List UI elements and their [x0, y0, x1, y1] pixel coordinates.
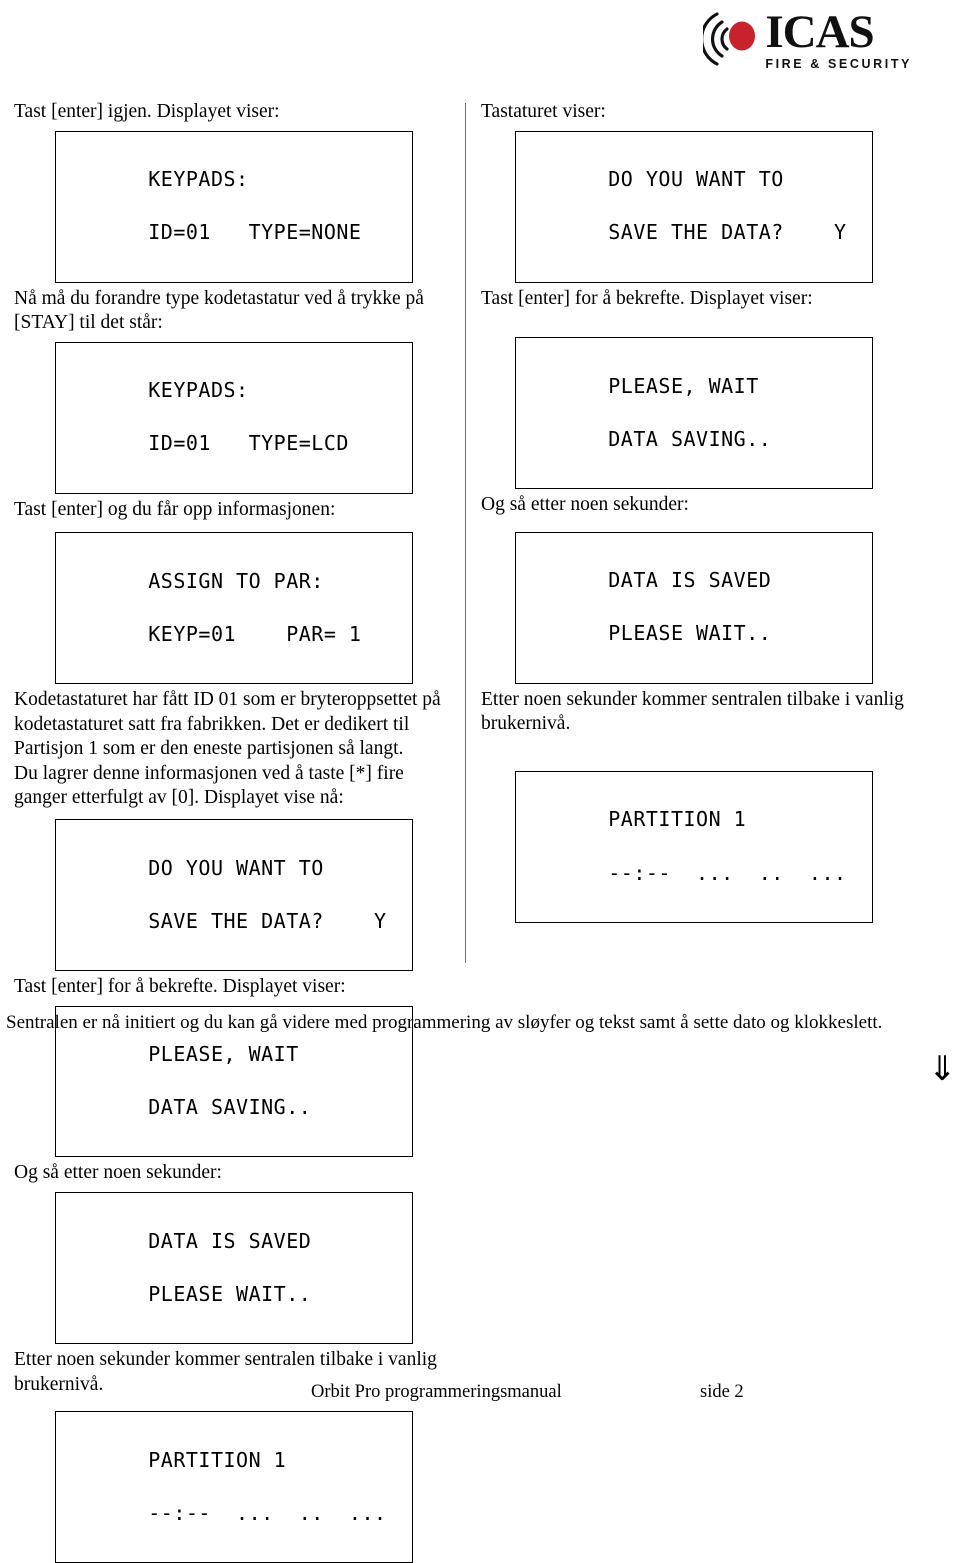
page-header: ICAS FIRE & SECURITY	[0, 0, 960, 92]
lcd-line-1: PLEASE, WAIT	[608, 373, 759, 398]
continuation-down-arrow-icon: ⇓	[928, 1049, 957, 1089]
lcd-line-1: PARTITION 1	[148, 1447, 287, 1472]
lcd-display-data-is-saved: DATA IS SAVED PLEASE WAIT..	[515, 531, 873, 684]
footer-document-title: Orbit Pro programmeringsmanual	[311, 1382, 562, 1402]
lcd-line-2: ID=01 TYPE=NONE	[148, 220, 362, 245]
lcd-line-2: DATA SAVING..	[608, 426, 772, 451]
right-column: Tastaturet viser: DO YOU WANT TO SAVE TH…	[481, 100, 931, 923]
instruction-paragraph: Nå må du forandre type kodetastatur ved …	[14, 287, 424, 334]
lcd-display-partition-1: PARTITION 1 --:-- ... .. ...	[55, 1411, 413, 1563]
lcd-line-2: SAVE THE DATA? Y	[148, 908, 387, 933]
lcd-line-1: ASSIGN TO PAR:	[148, 568, 324, 593]
lcd-display-assign-to-par: ASSIGN TO PAR: KEYP=01 PAR= 1	[55, 532, 413, 685]
lcd-line-2: KEYP=01 PAR= 1	[148, 621, 362, 646]
lcd-line-2: ID=01 TYPE=LCD	[148, 431, 349, 456]
icas-logo: ICAS FIRE & SECURITY	[703, 8, 912, 78]
instruction-paragraph: Etter noen sekunder kommer sentralen til…	[481, 688, 904, 735]
lcd-line-2: PLEASE WAIT..	[608, 621, 772, 646]
instruction-paragraph: Tastaturet viser:	[481, 101, 606, 122]
instruction-paragraph: Tast [enter] for å bekrefte. Displayet v…	[481, 287, 813, 309]
closing-section: Sentralen er nå initiert og du kan gå vi…	[6, 1010, 896, 1037]
brand-name: ICAS	[765, 6, 874, 58]
lcd-line-2: SAVE THE DATA? Y	[608, 220, 847, 245]
closing-paragraph: Sentralen er nå initiert og du kan gå vi…	[6, 1012, 883, 1033]
lcd-line-2: --:-- ... .. ...	[148, 1500, 387, 1525]
lcd-line-1: PLEASE, WAIT	[148, 1042, 299, 1067]
lcd-line-1: DATA IS SAVED	[148, 1228, 312, 1253]
instruction-paragraph: Kodetastaturet har fått ID 01 som er bry…	[14, 689, 441, 760]
lcd-display-save-prompt: DO YOU WANT TO SAVE THE DATA? Y	[515, 130, 873, 283]
lcd-line-1: KEYPADS:	[148, 378, 249, 403]
instruction-paragraph: Og så etter noen sekunder:	[481, 494, 689, 516]
page-footer: Orbit Pro programmeringsmanual side 2	[0, 1382, 960, 1414]
lcd-display-keypads-lcd: KEYPADS: ID=01 TYPE=LCD	[55, 341, 413, 494]
lcd-display-data-saving: PLEASE, WAIT DATA SAVING..	[515, 337, 873, 490]
lcd-line-1: PARTITION 1	[608, 807, 747, 832]
lcd-display-save-prompt: DO YOU WANT TO SAVE THE DATA? Y	[55, 818, 413, 971]
instruction-paragraph: Tast [enter] igjen. Displayet viser:	[14, 101, 280, 122]
lcd-display-keypads-none: KEYPADS: ID=01 TYPE=NONE	[55, 130, 413, 283]
instruction-paragraph: Tast [enter] og du får opp informasjonen…	[14, 498, 336, 520]
instruction-paragraph: Du lagrer denne informasjonen ved å tast…	[14, 762, 404, 809]
lcd-line-1: DO YOU WANT TO	[608, 167, 784, 192]
left-column: Tast [enter] igjen. Displayet viser: KEY…	[14, 100, 454, 1563]
lcd-display-data-is-saved: DATA IS SAVED PLEASE WAIT..	[55, 1192, 413, 1344]
lcd-line-2: PLEASE WAIT..	[148, 1281, 312, 1306]
column-divider	[465, 103, 466, 963]
lcd-line-2: --:-- ... .. ...	[608, 860, 847, 885]
lcd-line-2: DATA SAVING..	[148, 1095, 312, 1120]
lcd-line-1: KEYPADS:	[148, 167, 249, 192]
footer-page-number: side 2	[700, 1382, 744, 1402]
brand-tagline: FIRE & SECURITY	[765, 57, 912, 72]
lcd-display-partition-1: PARTITION 1 --:-- ... .. ...	[515, 770, 873, 923]
lcd-line-1: DO YOU WANT TO	[148, 855, 324, 880]
instruction-paragraph: Og så etter noen sekunder:	[14, 1162, 222, 1184]
icas-signal-mark-icon	[703, 8, 761, 70]
instruction-paragraph: Tast [enter] for å bekrefte. Displayet v…	[14, 975, 346, 997]
lcd-line-1: DATA IS SAVED	[608, 568, 772, 593]
